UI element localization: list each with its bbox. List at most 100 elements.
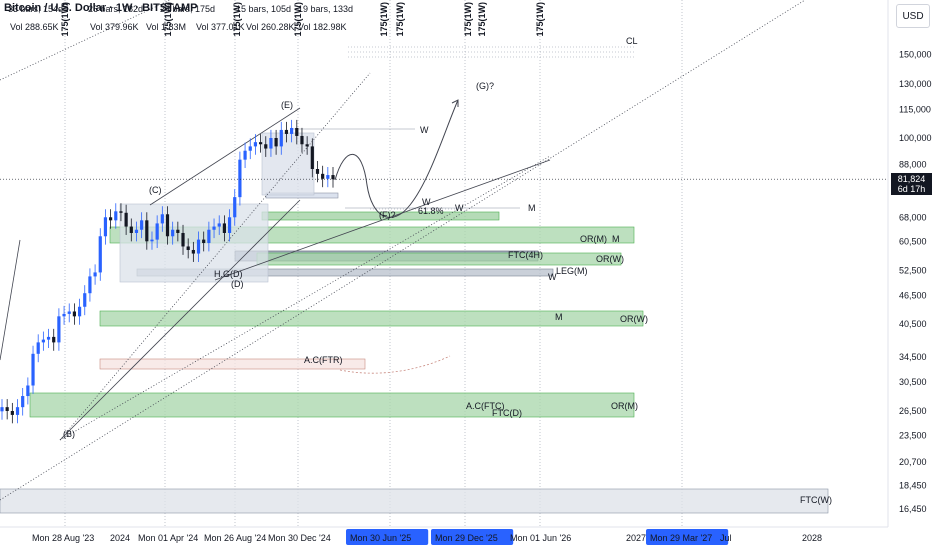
chart-annotation: OR(W) xyxy=(596,254,624,264)
y-tick-label: 130,000 xyxy=(899,79,932,89)
candle-body xyxy=(196,239,201,254)
chart-annotation: H.G(D) xyxy=(214,269,243,279)
zone-box xyxy=(119,203,269,283)
candle-body xyxy=(41,339,45,343)
candle-body xyxy=(326,175,330,179)
x-tick-label: Mon 30 Jun '25 xyxy=(350,533,411,543)
x-tick-label: Mon 01 Jun '26 xyxy=(510,533,571,543)
y-tick-label: 60,500 xyxy=(899,236,927,246)
x-tick-label: Jul xyxy=(720,533,732,543)
wave-label: (E) xyxy=(281,100,293,110)
bar-range-label: 175(1W) xyxy=(463,2,473,37)
x-tick-label: Mon 28 Aug '23 xyxy=(32,533,94,543)
volume-label: Vol 288.65K xyxy=(10,22,59,32)
wave-label: (G)? xyxy=(476,81,494,91)
candle-body xyxy=(253,142,258,147)
volume-label: Vol 260.28K xyxy=(246,22,295,32)
candle-body xyxy=(129,226,133,233)
candle-body xyxy=(300,135,304,145)
y-tick-label: 30,500 xyxy=(899,377,927,387)
last-price-value: 81,824 xyxy=(897,174,926,184)
chart-annotation: M xyxy=(528,203,536,213)
chart-annotation: OR(W) xyxy=(620,314,648,324)
y-tick-label: 23,500 xyxy=(899,431,927,441)
candle-body xyxy=(145,220,149,242)
candle-body xyxy=(52,336,56,343)
zone-box xyxy=(0,488,829,514)
candle-body xyxy=(0,407,4,412)
candle-body xyxy=(321,173,325,179)
candle-body xyxy=(109,217,113,221)
candle-body xyxy=(77,306,82,317)
chart-annotation: FTC(4H) xyxy=(508,250,543,260)
y-tick-label: 40,500 xyxy=(899,319,927,329)
price-chart[interactable]: 150,000 130,000 115,000 100,000 88,000 68,000… xyxy=(0,0,932,550)
candle-body xyxy=(233,197,237,218)
candle-body xyxy=(140,220,144,230)
wave-label: (C) xyxy=(149,185,162,195)
wave-label: (F)? xyxy=(379,210,396,220)
chart-annotation: M xyxy=(612,234,620,244)
candle-body xyxy=(67,311,71,314)
candle-body xyxy=(83,293,87,307)
chart-annotation: OR(M) xyxy=(580,234,607,244)
candle-body xyxy=(114,211,118,221)
candle-body xyxy=(93,272,97,277)
candle-body xyxy=(171,229,175,237)
chart-annotation: M xyxy=(555,312,563,322)
bar-range-label: 175(1W) xyxy=(477,2,487,37)
candle-body xyxy=(295,127,299,136)
candle-body xyxy=(46,336,51,340)
candle-body xyxy=(284,129,289,134)
chart-annotation: OR(M) xyxy=(611,401,638,411)
candle-body xyxy=(72,311,77,317)
candle-body xyxy=(227,217,232,233)
y-tick-label: 68,000 xyxy=(899,212,927,222)
volume-label: Vol 1.83M xyxy=(146,22,187,32)
bar-count-label: 26 bars, 182d xyxy=(88,4,144,14)
y-tick-label: 52,500 xyxy=(899,265,927,275)
candle-body xyxy=(36,342,40,354)
bar-count-label: 24 bars, 175d xyxy=(160,4,216,14)
candle-body xyxy=(274,138,278,147)
candle-body xyxy=(124,212,128,227)
y-tick-label: 100,000 xyxy=(899,133,932,143)
candle-body xyxy=(31,353,35,386)
candle-body xyxy=(207,229,211,244)
candle-body xyxy=(305,144,309,147)
y-tick-label: 20,700 xyxy=(899,457,927,467)
bar-count-label: 15 bars, 105d xyxy=(236,4,292,14)
candle-body xyxy=(98,236,102,273)
candle-body xyxy=(176,229,180,233)
last-price-tag: 81,824 6d 17h xyxy=(891,173,932,195)
candle-body xyxy=(62,313,66,317)
candle-body xyxy=(202,239,206,244)
candle-body xyxy=(57,316,61,343)
candle-body xyxy=(191,249,195,254)
candle-body xyxy=(315,169,320,174)
chart-annotation: A.C(FTR) xyxy=(304,355,343,365)
chart-annotation: FTC(W) xyxy=(800,495,832,505)
y-tick-label: 88,000 xyxy=(899,159,927,169)
wave-label: (B) xyxy=(63,429,75,439)
bar-range-label: 175(1W) xyxy=(395,2,405,37)
chart-annotation: FTC(D) xyxy=(492,408,522,418)
candle-body xyxy=(10,411,14,415)
y-tick-label: 18,450 xyxy=(899,480,927,490)
bar-range-label: 175(1W) xyxy=(379,2,389,37)
volume-label: Vol 379.96K xyxy=(90,22,139,32)
candle-body xyxy=(15,407,20,415)
y-tick-label: 16,450 xyxy=(899,504,927,514)
candle-body xyxy=(160,214,164,224)
candle-body xyxy=(258,142,263,145)
y-tick-label: 115,000 xyxy=(899,104,931,114)
y-tick-label: 26,500 xyxy=(899,406,927,416)
bar-count-label: 19 bars, 133d xyxy=(298,4,354,14)
currency-button[interactable]: USD xyxy=(896,4,930,28)
chart-annotation: LEG(M) xyxy=(556,266,588,276)
volume-label: Vol 182.98K xyxy=(298,22,347,32)
x-tick-label: 2024 xyxy=(110,533,130,543)
candle-body xyxy=(212,226,216,230)
y-tick-label: 34,500 xyxy=(899,352,927,362)
candle-body xyxy=(165,214,170,237)
